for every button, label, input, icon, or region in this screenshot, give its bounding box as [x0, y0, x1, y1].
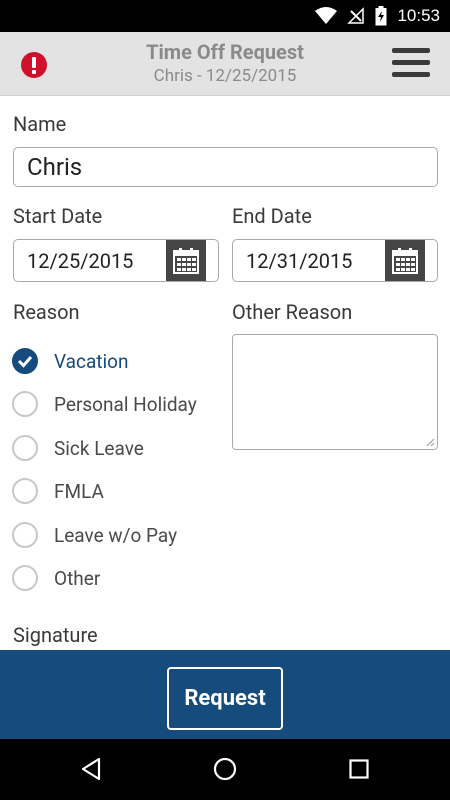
footer-bar: Request	[0, 650, 450, 739]
other-reason-label: Other Reason	[232, 300, 353, 324]
reason-option-label: Personal Holiday	[54, 392, 197, 416]
reason-option-leave-without-pay[interactable]: Leave w/o Pay	[12, 518, 177, 552]
hamburger-menu-icon[interactable]	[392, 48, 430, 80]
radio-unchecked-icon	[12, 435, 38, 461]
reason-option-label: Sick Leave	[54, 436, 144, 460]
page-subtitle: Chris - 12/25/2015	[153, 66, 297, 86]
name-value: Chris	[27, 153, 83, 181]
reason-option-label: FMLA	[54, 479, 104, 503]
reason-option-other[interactable]: Other	[12, 561, 100, 595]
signature-label: Signature	[13, 623, 98, 647]
calendar-icon	[392, 247, 418, 274]
reason-option-label: Other	[54, 566, 101, 590]
radio-unchecked-icon	[12, 565, 38, 591]
reason-option-vacation[interactable]: Vacation	[12, 344, 128, 378]
name-label: Name	[13, 112, 67, 136]
calendar-icon	[173, 247, 199, 274]
end-date-value: 12/31/2015	[246, 248, 353, 273]
start-date-value: 12/25/2015	[27, 248, 134, 273]
start-date-label: Start Date	[13, 204, 103, 228]
battery-icon	[375, 6, 387, 26]
request-button[interactable]: Request	[167, 667, 283, 730]
reason-option-label: Leave w/o Pay	[54, 523, 178, 547]
reason-option-personal-holiday[interactable]: Personal Holiday	[12, 387, 197, 421]
radio-checked-icon	[12, 348, 38, 374]
radio-unchecked-icon	[12, 478, 38, 504]
reason-option-sick-leave[interactable]: Sick Leave	[12, 431, 144, 465]
home-icon[interactable]	[213, 757, 237, 781]
reason-label: Reason	[13, 300, 80, 324]
page-title: Time Off Request	[146, 40, 304, 64]
resize-grip-icon[interactable]	[425, 437, 435, 447]
other-reason-textarea[interactable]	[232, 334, 438, 450]
end-date-calendar-button[interactable]	[385, 240, 425, 281]
radio-unchecked-icon	[12, 391, 38, 417]
back-icon[interactable]	[80, 757, 102, 781]
end-date-label: End Date	[232, 204, 312, 228]
start-date-field[interactable]: 12/25/2015	[13, 239, 219, 282]
name-input[interactable]: Chris	[13, 147, 438, 187]
reason-option-fmla[interactable]: FMLA	[12, 474, 104, 508]
start-date-calendar-button[interactable]	[166, 240, 206, 281]
status-bar: 10:53	[0, 0, 450, 32]
wifi-icon	[315, 7, 338, 24]
radio-unchecked-icon	[12, 522, 38, 548]
reason-option-label: Vacation	[54, 349, 129, 373]
end-date-field[interactable]: 12/31/2015	[232, 239, 438, 282]
no-signal-icon	[347, 7, 365, 24]
app-header: Time Off Request Chris - 12/25/2015	[0, 32, 450, 96]
clock: 10:53	[397, 6, 440, 25]
recents-icon[interactable]	[349, 759, 369, 779]
system-nav-bar	[0, 739, 450, 800]
